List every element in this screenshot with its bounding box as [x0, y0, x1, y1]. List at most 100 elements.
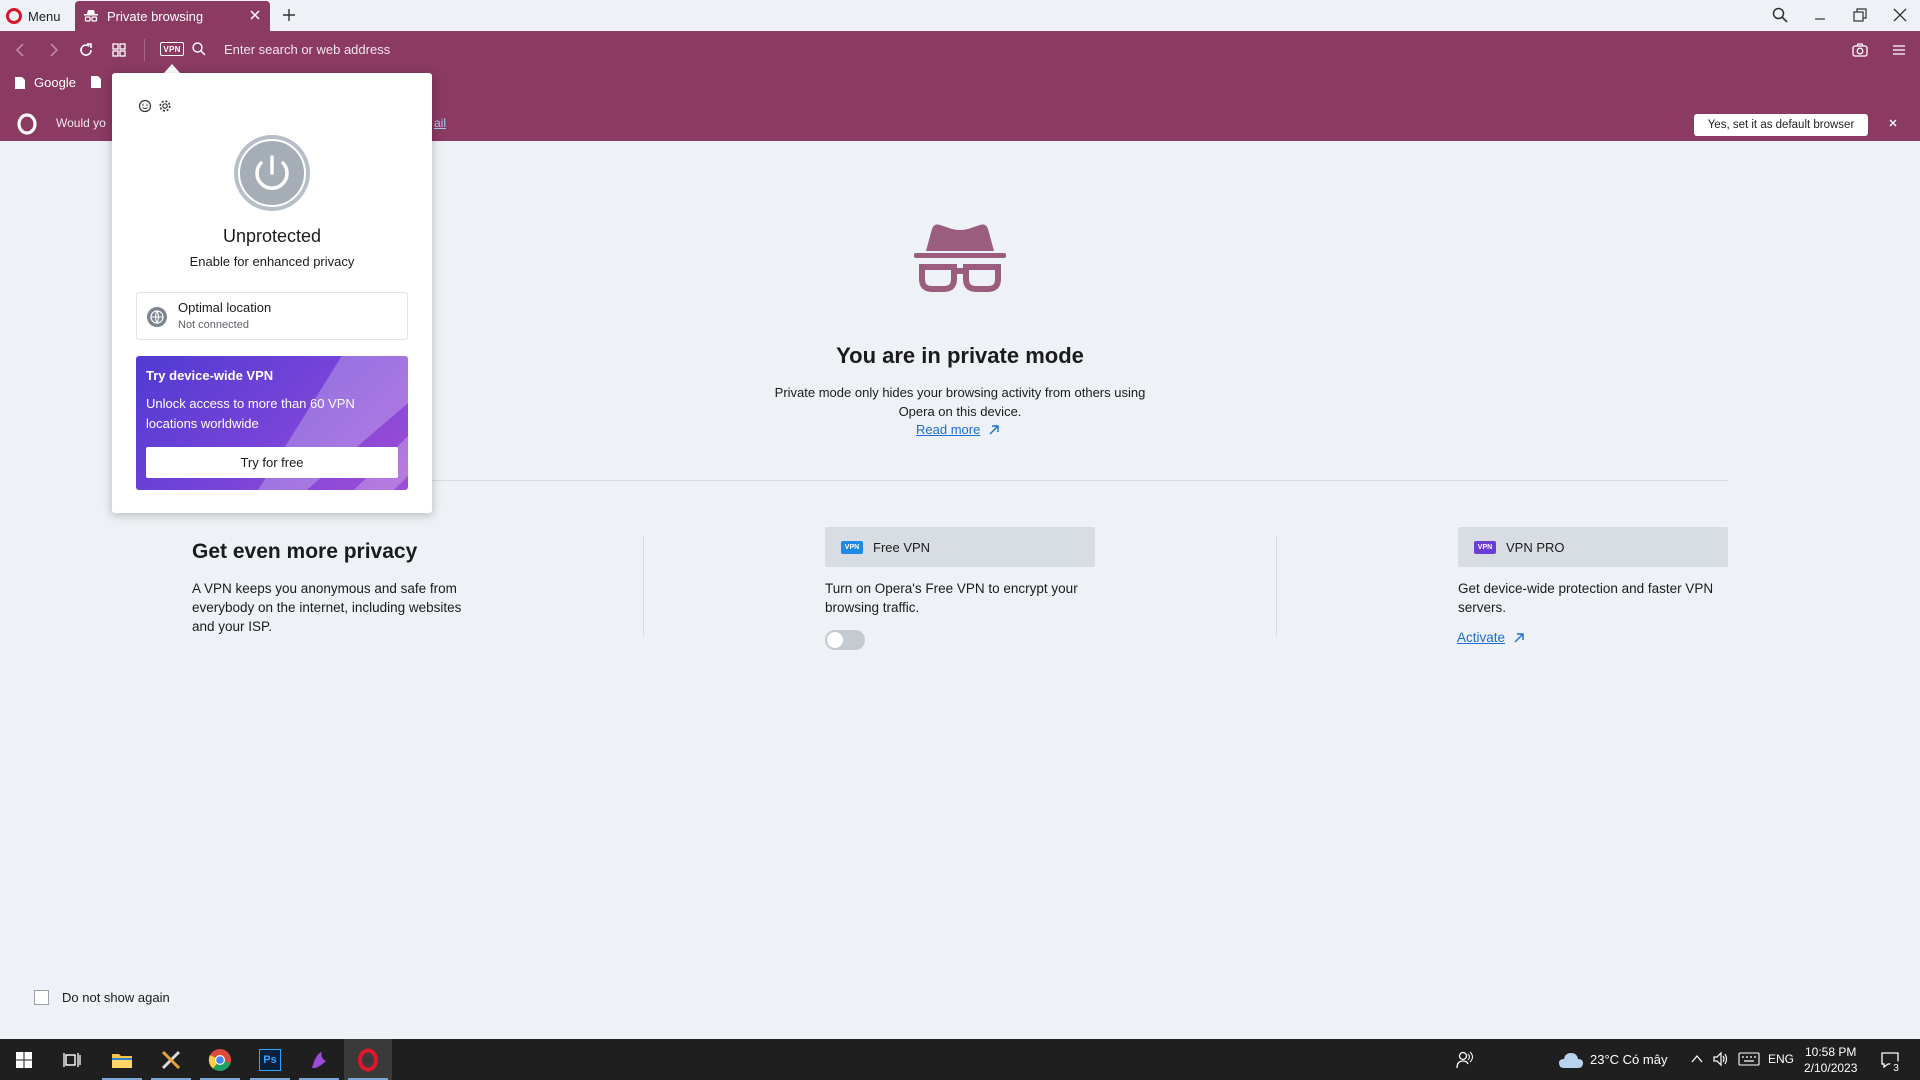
- purple-app-icon: [312, 1051, 326, 1068]
- vpn-status-title: Unprotected: [222, 226, 322, 246]
- bookmark-item[interactable]: [90, 75, 102, 89]
- popup-caret: [164, 64, 180, 73]
- chrome-icon: [208, 1048, 231, 1071]
- bookmark-google[interactable]: Google: [14, 75, 76, 90]
- globe-icon: [147, 307, 167, 327]
- windows-logo-icon: [16, 1051, 32, 1068]
- activate-label: Activate: [1457, 630, 1506, 645]
- bookmark-label: Google: [34, 75, 76, 90]
- back-icon[interactable]: [12, 41, 30, 59]
- free-vpn-toggle[interactable]: [825, 630, 865, 650]
- tab-strip: Menu Private browsing: [0, 0, 1920, 31]
- address-bar-input[interactable]: Enter search or web address: [224, 42, 390, 57]
- smiley-feedback-icon[interactable]: [138, 99, 152, 113]
- clock-date: 2/10/2023: [1804, 1061, 1858, 1075]
- reload-icon[interactable]: [77, 41, 95, 59]
- language-indicator[interactable]: ENG: [1768, 1052, 1794, 1066]
- vpn-popup: Unprotected Enable for enhanced privacy …: [112, 73, 432, 513]
- photoshop-icon: Ps: [259, 1048, 281, 1071]
- column-separator: [1276, 537, 1277, 637]
- read-more-label: Read more: [916, 422, 981, 437]
- tools-icon: [161, 1050, 181, 1069]
- address-search-icon: [192, 42, 206, 56]
- notification-count-badge: 3: [1889, 1061, 1903, 1075]
- promo-title: Try device-wide VPN: [146, 368, 274, 383]
- system-clock[interactable]: 10:58 PM 2/10/2023: [1804, 1044, 1857, 1076]
- privacy-description: A VPN keeps you anonymous and safe from …: [192, 581, 462, 634]
- taskbar-file-explorer[interactable]: [98, 1039, 146, 1080]
- keyboard-icon[interactable]: [1738, 1052, 1760, 1066]
- try-for-free-button[interactable]: Try for free: [146, 447, 398, 478]
- search-tabs-icon[interactable]: [1771, 6, 1789, 24]
- vpn-power-button[interactable]: [232, 133, 312, 213]
- external-arrow-icon: [989, 424, 1000, 434]
- do-not-show-checkbox[interactable]: [34, 990, 49, 1005]
- notice-link[interactable]: ail: [434, 116, 446, 130]
- speed-dial-grid-icon[interactable]: [110, 41, 128, 59]
- opera-logo-icon: [6, 8, 22, 24]
- new-tab-plus-icon[interactable]: [280, 6, 298, 24]
- page-icon: [15, 76, 25, 89]
- tab-close-icon[interactable]: [248, 8, 262, 22]
- opera-menu-button[interactable]: Menu: [6, 5, 61, 27]
- set-default-browser-button[interactable]: Yes, set it as default browser: [1694, 114, 1868, 136]
- task-view-button[interactable]: [48, 1039, 96, 1080]
- opera-icon: [358, 1048, 378, 1071]
- vpn-badge-icon: VPN: [841, 540, 863, 554]
- weather-text[interactable]: 23°C Có mây: [1590, 1052, 1667, 1067]
- taskbar-opera[interactable]: [344, 1039, 392, 1080]
- vpn-pro-label: VPN PRO: [1506, 539, 1565, 555]
- location-status: Not connected: [178, 319, 249, 331]
- taskbar-tools-app[interactable]: [147, 1039, 195, 1080]
- privacy-title: Get even more privacy: [192, 540, 418, 563]
- menu-label: Menu: [28, 8, 61, 24]
- snapshot-camera-icon[interactable]: [1851, 41, 1869, 59]
- toggle-knob: [827, 632, 843, 648]
- vpn-badge-button[interactable]: VPN: [160, 42, 184, 56]
- page-icon: [91, 76, 101, 88]
- easy-setup-menu-icon[interactable]: [1890, 41, 1908, 59]
- activate-vpn-pro-link[interactable]: Activate: [1457, 630, 1525, 645]
- free-vpn-description: Turn on Opera's Free VPN to encrypt your…: [825, 581, 1078, 615]
- folder-icon: [112, 1053, 132, 1068]
- vpn-pro-description: Get device-wide protection and faster VP…: [1458, 581, 1714, 615]
- do-not-show-again[interactable]: Do not show again: [34, 990, 170, 1005]
- device-vpn-promo: Try device-wide VPN Unlock access to mor…: [136, 356, 408, 490]
- incognito-hat-glasses-icon: [914, 224, 1006, 292]
- column-separator: [643, 537, 644, 637]
- page-description: Private mode only hides your browsing ac…: [774, 385, 1146, 419]
- notice-close-icon[interactable]: [1887, 117, 1899, 129]
- volume-icon[interactable]: [1712, 1051, 1730, 1067]
- toolbar-divider: [144, 39, 145, 61]
- close-window-icon[interactable]: [1891, 6, 1909, 24]
- opera-logo-icon: [17, 113, 37, 135]
- cloud-weather-icon: [1559, 1053, 1583, 1068]
- gear-settings-icon[interactable]: [158, 99, 172, 113]
- people-icon[interactable]: [1454, 1050, 1474, 1070]
- private-incognito-icon: [84, 10, 98, 22]
- read-more-link[interactable]: Read more: [916, 422, 1000, 437]
- restore-icon[interactable]: [1851, 6, 1869, 24]
- free-vpn-header: VPN Free VPN: [825, 527, 1095, 567]
- taskbar-photoshop[interactable]: Ps: [246, 1039, 294, 1080]
- do-not-show-label: Do not show again: [62, 990, 170, 1005]
- taskbar-app[interactable]: [295, 1039, 343, 1080]
- vpn-location-selector[interactable]: Optimal location Not connected: [136, 292, 408, 340]
- location-title: Optimal location: [178, 300, 272, 315]
- start-button[interactable]: [0, 1039, 48, 1080]
- taskbar-chrome[interactable]: [196, 1039, 244, 1080]
- external-arrow-icon: [1514, 632, 1524, 642]
- task-view-icon: [63, 1052, 81, 1067]
- promo-description: Unlock access to more than 60 VPN locati…: [146, 396, 355, 431]
- popup-header-icons: [138, 99, 172, 113]
- vpn-pro-badge-icon: VPN: [1474, 540, 1496, 554]
- forward-icon[interactable]: [44, 41, 62, 59]
- notice-text: Would yo: [56, 116, 106, 130]
- vpn-status-subtitle: Enable for enhanced privacy: [189, 254, 355, 269]
- tab-private-browsing[interactable]: Private browsing: [75, 1, 270, 31]
- tab-title: Private browsing: [107, 8, 204, 24]
- windows-taskbar: Ps 23°C Có mây ENG 10:58 PM 2/10/2023 3: [0, 1039, 1920, 1080]
- free-vpn-label: Free VPN: [873, 539, 931, 555]
- minimize-icon[interactable]: [1811, 6, 1829, 24]
- chevron-up-icon[interactable]: [1690, 1052, 1704, 1066]
